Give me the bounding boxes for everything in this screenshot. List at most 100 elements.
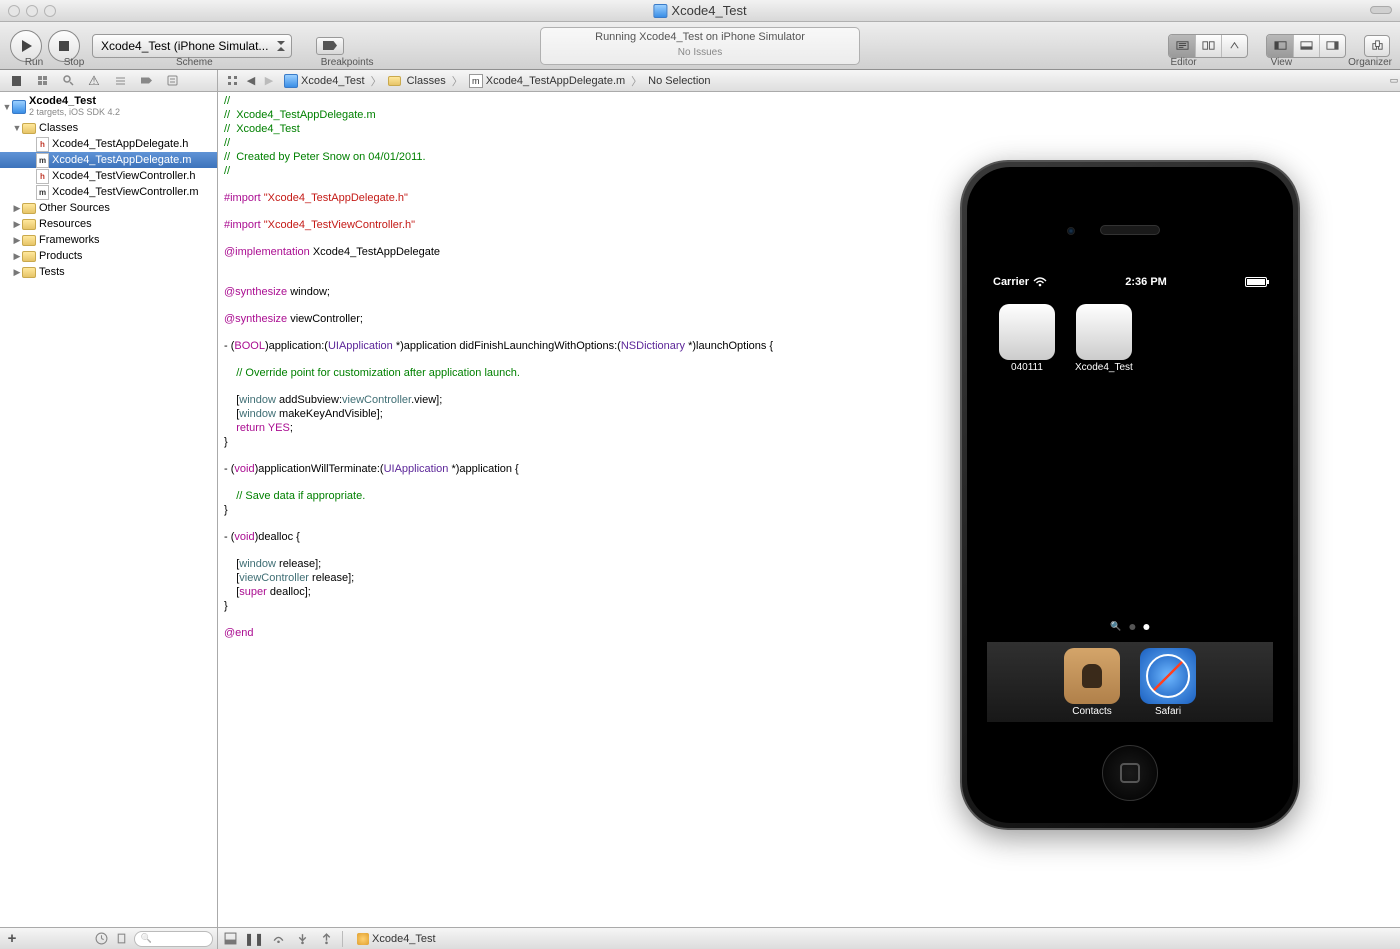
activity-issues: No Issues: [541, 47, 859, 58]
go-back-button[interactable]: ◀: [242, 72, 260, 90]
recent-filter-button[interactable]: [94, 931, 110, 947]
safari-icon: [1140, 648, 1196, 704]
project-root-row[interactable]: ▼ Xcode4_Test 2 targets, iOS SDK 4.2: [0, 92, 217, 120]
file-label: Xcode4_TestViewController.h: [52, 170, 196, 182]
group-row[interactable]: ▶ Resources: [0, 216, 217, 232]
file-row[interactable]: m Xcode4_TestAppDelegate.m: [0, 152, 217, 168]
debug-navigator-tab[interactable]: [108, 72, 132, 90]
traffic-lights: [8, 5, 56, 17]
group-row[interactable]: ▼ Classes: [0, 120, 217, 136]
show-debug-area-button[interactable]: [1293, 35, 1319, 57]
assistant-editor-button[interactable]: [1195, 35, 1221, 57]
project-icon: [284, 74, 298, 88]
file-row[interactable]: h Xcode4_TestViewController.h: [0, 168, 217, 184]
stop-button[interactable]: [48, 30, 80, 62]
step-over-button[interactable]: [270, 931, 286, 947]
group-label: Tests: [39, 266, 65, 278]
folder-icon: [22, 219, 36, 230]
activity-viewer: Running Xcode4_Test on iPhone Simulator …: [540, 27, 860, 65]
toolbar-toggle-button[interactable]: [1370, 6, 1392, 14]
show-navigator-button[interactable]: [1267, 35, 1293, 57]
home-button[interactable]: [1102, 745, 1158, 801]
m-file-icon: m: [36, 185, 49, 200]
scm-filter-button[interactable]: [114, 931, 130, 947]
view-label: View: [1271, 57, 1293, 68]
standard-editor-button[interactable]: [1169, 35, 1195, 57]
navigator-selector-bar: ⚠: [0, 70, 218, 91]
jump-selection[interactable]: No Selection: [642, 70, 716, 91]
group-row[interactable]: ▶ Other Sources: [0, 200, 217, 216]
disclosure-triangle[interactable]: ▶: [12, 235, 22, 246]
app-contacts[interactable]: Contacts: [1064, 648, 1120, 717]
app-040111[interactable]: 040111: [999, 304, 1055, 373]
editor-label: Editor: [1170, 57, 1196, 68]
disclosure-triangle[interactable]: ▶: [12, 251, 22, 262]
simulator-screen[interactable]: Carrier 2:36 PM 040111 Xcode4_Test 🔍: [987, 272, 1273, 722]
disclosure-triangle[interactable]: ▶: [12, 267, 22, 278]
window-titlebar: Xcode4_Test: [0, 0, 1400, 22]
file-row[interactable]: h Xcode4_TestAppDelegate.h: [0, 136, 217, 152]
step-into-button[interactable]: [294, 931, 310, 947]
clock-label: 2:36 PM: [1047, 276, 1245, 288]
log-navigator-tab[interactable]: [160, 72, 184, 90]
window-title: Xcode4_Test: [653, 3, 746, 18]
jump-file[interactable]: m Xcode4_TestAppDelegate.m: [463, 70, 631, 91]
m-file-icon: m: [36, 153, 49, 168]
folder-icon: [22, 251, 36, 262]
disclosure-triangle[interactable]: ▼: [12, 123, 22, 133]
file-label: Xcode4_TestViewController.m: [52, 186, 199, 198]
folder-icon: [388, 76, 401, 86]
jump-folder[interactable]: Classes: [382, 70, 452, 91]
related-items-button[interactable]: [222, 72, 242, 90]
app-label: Xcode4_Test: [1075, 362, 1133, 373]
version-editor-button[interactable]: [1221, 35, 1247, 57]
toggle-split-button[interactable]: ▭: [1389, 71, 1399, 89]
search-navigator-tab[interactable]: [56, 72, 80, 90]
organizer-button[interactable]: [1364, 35, 1390, 57]
scheme-text: Xcode4_Test (iPhone Simulat...: [101, 39, 268, 53]
iphone-simulator: Carrier 2:36 PM 040111 Xcode4_Test 🔍: [960, 160, 1300, 830]
issue-navigator-tab[interactable]: ⚠: [82, 72, 106, 90]
app-icon: [1076, 304, 1132, 360]
window-title-text: Xcode4_Test: [671, 3, 746, 18]
project-name: Xcode4_Test: [29, 96, 120, 107]
thread-icon: [357, 933, 369, 945]
run-button[interactable]: [10, 30, 42, 62]
group-row[interactable]: ▶ Products: [0, 248, 217, 264]
h-file-icon: h: [36, 169, 49, 184]
close-window-button[interactable]: [8, 5, 20, 17]
step-out-button[interactable]: [318, 931, 334, 947]
scheme-selector[interactable]: Xcode4_Test (iPhone Simulat...: [92, 34, 292, 58]
group-label: Classes: [39, 122, 78, 134]
disclosure-triangle[interactable]: ▼: [2, 102, 12, 112]
go-forward-button[interactable]: ▶: [260, 72, 278, 90]
pause-button[interactable]: ❚❚: [246, 931, 262, 947]
project-icon: [653, 4, 667, 18]
jump-project[interactable]: Xcode4_Test: [278, 70, 371, 91]
folder-icon: [22, 203, 36, 214]
symbol-navigator-tab[interactable]: [30, 72, 54, 90]
group-label: Products: [39, 250, 82, 262]
secondary-bar: ⚠ ◀ ▶ Xcode4_Test 〉 Classes 〉 m Xcode4_T…: [0, 70, 1400, 92]
add-button[interactable]: +: [4, 931, 20, 947]
simulator-bezel: Carrier 2:36 PM 040111 Xcode4_Test 🔍: [967, 167, 1293, 823]
page-indicator[interactable]: 🔍: [1110, 621, 1149, 632]
file-label: Xcode4_TestAppDelegate.h: [52, 138, 188, 150]
disclosure-triangle[interactable]: ▶: [12, 219, 22, 230]
group-row[interactable]: ▶ Frameworks: [0, 232, 217, 248]
breakpoint-navigator-tab[interactable]: [134, 72, 158, 90]
show-utilities-button[interactable]: [1319, 35, 1345, 57]
disclosure-triangle[interactable]: ▶: [12, 203, 22, 214]
zoom-window-button[interactable]: [44, 5, 56, 17]
dock: Contacts Safari: [987, 642, 1273, 722]
group-row[interactable]: ▶ Tests: [0, 264, 217, 280]
app-safari[interactable]: Safari: [1140, 648, 1196, 717]
file-row[interactable]: m Xcode4_TestViewController.m: [0, 184, 217, 200]
app-xcode4-test[interactable]: Xcode4_Test: [1075, 304, 1133, 373]
minimize-window-button[interactable]: [26, 5, 38, 17]
project-navigator-tab[interactable]: [4, 72, 28, 90]
debug-thread-selector[interactable]: Xcode4_Test: [351, 933, 442, 945]
hide-debug-button[interactable]: [222, 931, 238, 947]
navigator-search-field[interactable]: [134, 931, 214, 947]
breakpoints-toggle[interactable]: [316, 37, 344, 55]
